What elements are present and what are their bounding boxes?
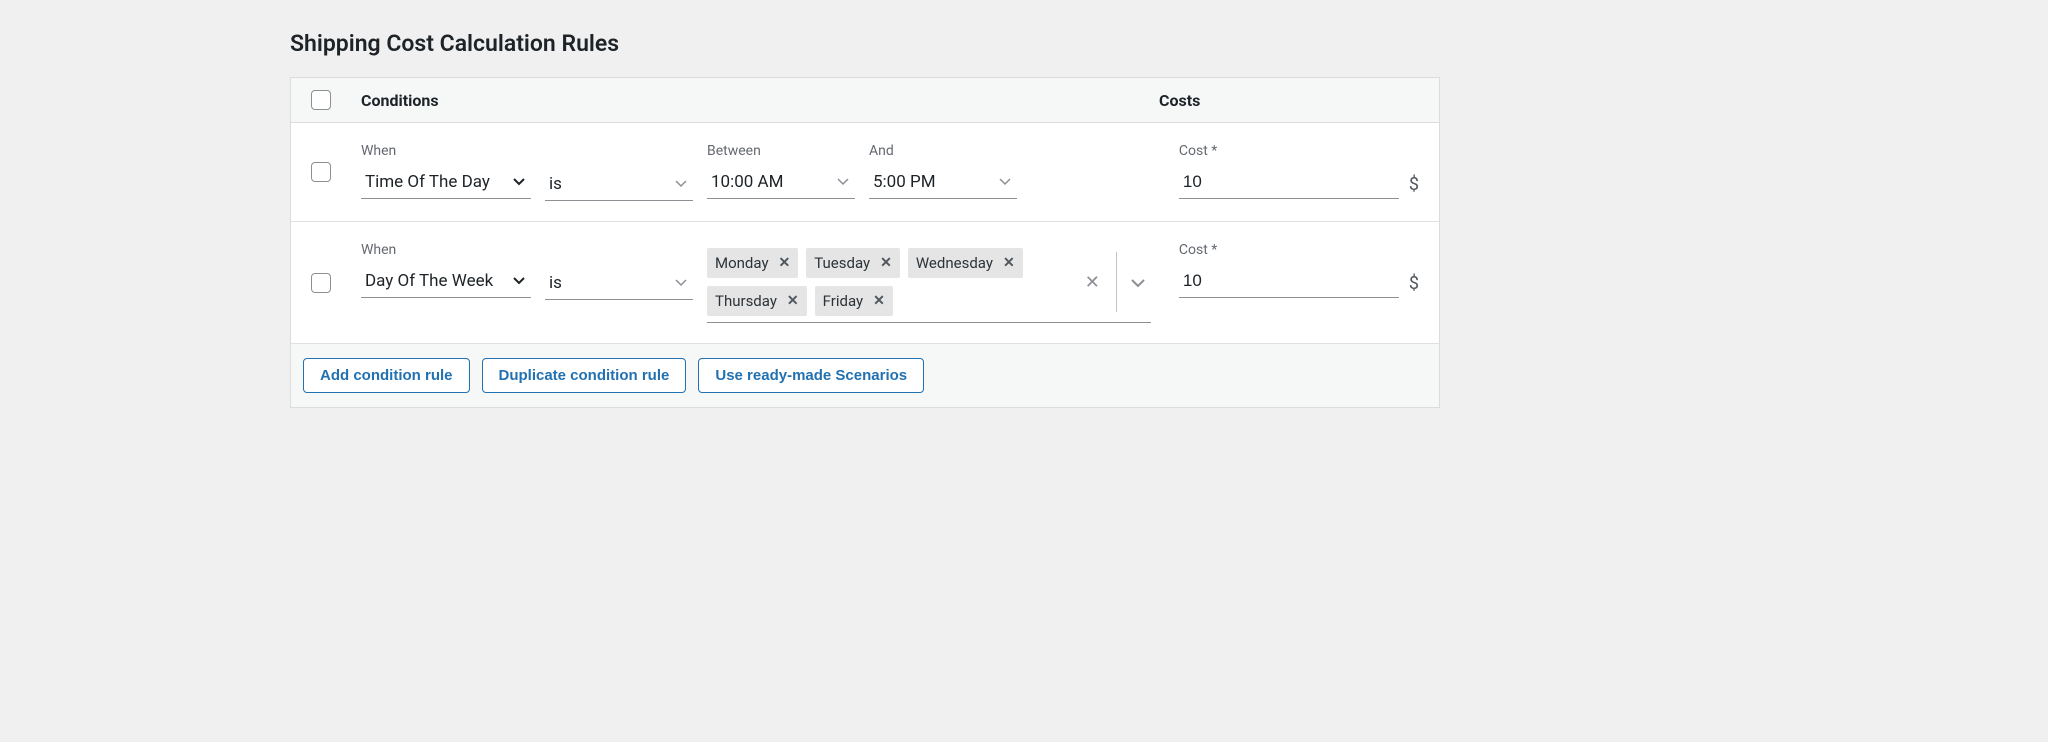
when-type-value: Time Of The Day: [365, 172, 490, 192]
day-tag-label: Wednesday: [916, 254, 993, 272]
duplicate-condition-rule-button[interactable]: Duplicate condition rule: [482, 358, 687, 393]
footer-actions: Add condition rule Duplicate condition r…: [291, 344, 1439, 407]
when-type-select[interactable]: Day Of The Week: [361, 264, 531, 298]
cost-label: Cost: [1179, 143, 1419, 159]
cost-label: Cost: [1179, 242, 1419, 258]
operator-select[interactable]: is: [545, 266, 693, 300]
and-label: And: [869, 143, 1017, 159]
page-title: Shipping Cost Calculation Rules: [290, 30, 1440, 57]
and-time-value: 5:00 PM: [873, 172, 936, 192]
column-header-costs: Costs: [1159, 91, 1419, 110]
when-type-value: Day Of The Week: [365, 271, 493, 291]
day-tag: Friday ✕: [815, 286, 893, 316]
add-condition-rule-button[interactable]: Add condition rule: [303, 358, 470, 393]
chevron-down-icon: [675, 180, 687, 188]
currency-symbol: $: [1409, 273, 1419, 298]
operator-value: is: [549, 273, 562, 293]
when-label: When: [361, 143, 531, 159]
day-tag-label: Monday: [715, 254, 769, 272]
day-tag: Monday ✕: [707, 248, 798, 278]
rule-row: When Day Of The Week is: [291, 222, 1439, 344]
rules-panel: Conditions Costs When Time Of The Day: [290, 77, 1440, 408]
days-multiselect[interactable]: Monday ✕ Tuesday ✕ Wednesday ✕: [707, 246, 1151, 323]
between-label: Between: [707, 143, 855, 159]
day-tag: Wednesday ✕: [908, 248, 1023, 278]
when-label: When: [361, 242, 531, 258]
column-header-conditions: Conditions: [361, 91, 1159, 110]
chevron-down-icon: [513, 277, 525, 285]
currency-symbol: $: [1409, 174, 1419, 199]
remove-tag-icon[interactable]: ✕: [880, 255, 892, 271]
divider: [1116, 252, 1117, 312]
between-time-value: 10:00 AM: [711, 172, 783, 192]
use-ready-made-scenarios-button[interactable]: Use ready-made Scenarios: [698, 358, 924, 393]
cost-input[interactable]: [1179, 264, 1399, 298]
day-tag-label: Thursday: [715, 292, 777, 310]
day-tag-label: Tuesday: [814, 254, 870, 272]
chevron-down-icon: [675, 279, 687, 287]
remove-tag-icon[interactable]: ✕: [779, 255, 791, 271]
rule-row: When Time Of The Day is: [291, 123, 1439, 222]
and-time-select[interactable]: 5:00 PM: [869, 165, 1017, 199]
rule-checkbox[interactable]: [311, 162, 331, 182]
expand-dropdown-icon[interactable]: [1125, 273, 1151, 292]
chevron-down-icon: [999, 178, 1011, 186]
chevron-down-icon: [837, 178, 849, 186]
operator-select[interactable]: is: [545, 167, 693, 201]
select-all-checkbox[interactable]: [311, 90, 331, 110]
day-tag: Tuesday ✕: [806, 248, 900, 278]
table-header: Conditions Costs: [291, 78, 1439, 123]
rule-checkbox[interactable]: [311, 273, 331, 293]
cost-input[interactable]: [1179, 165, 1399, 199]
remove-tag-icon[interactable]: ✕: [873, 293, 885, 309]
when-type-select[interactable]: Time Of The Day: [361, 165, 531, 199]
chevron-down-icon: [513, 178, 525, 186]
day-tag-label: Friday: [823, 292, 863, 310]
between-time-select[interactable]: 10:00 AM: [707, 165, 855, 199]
operator-value: is: [549, 174, 562, 194]
remove-tag-icon[interactable]: ✕: [1003, 255, 1015, 271]
remove-tag-icon[interactable]: ✕: [787, 293, 799, 309]
day-tag: Thursday ✕: [707, 286, 807, 316]
clear-all-tags-icon[interactable]: ✕: [1077, 272, 1108, 293]
